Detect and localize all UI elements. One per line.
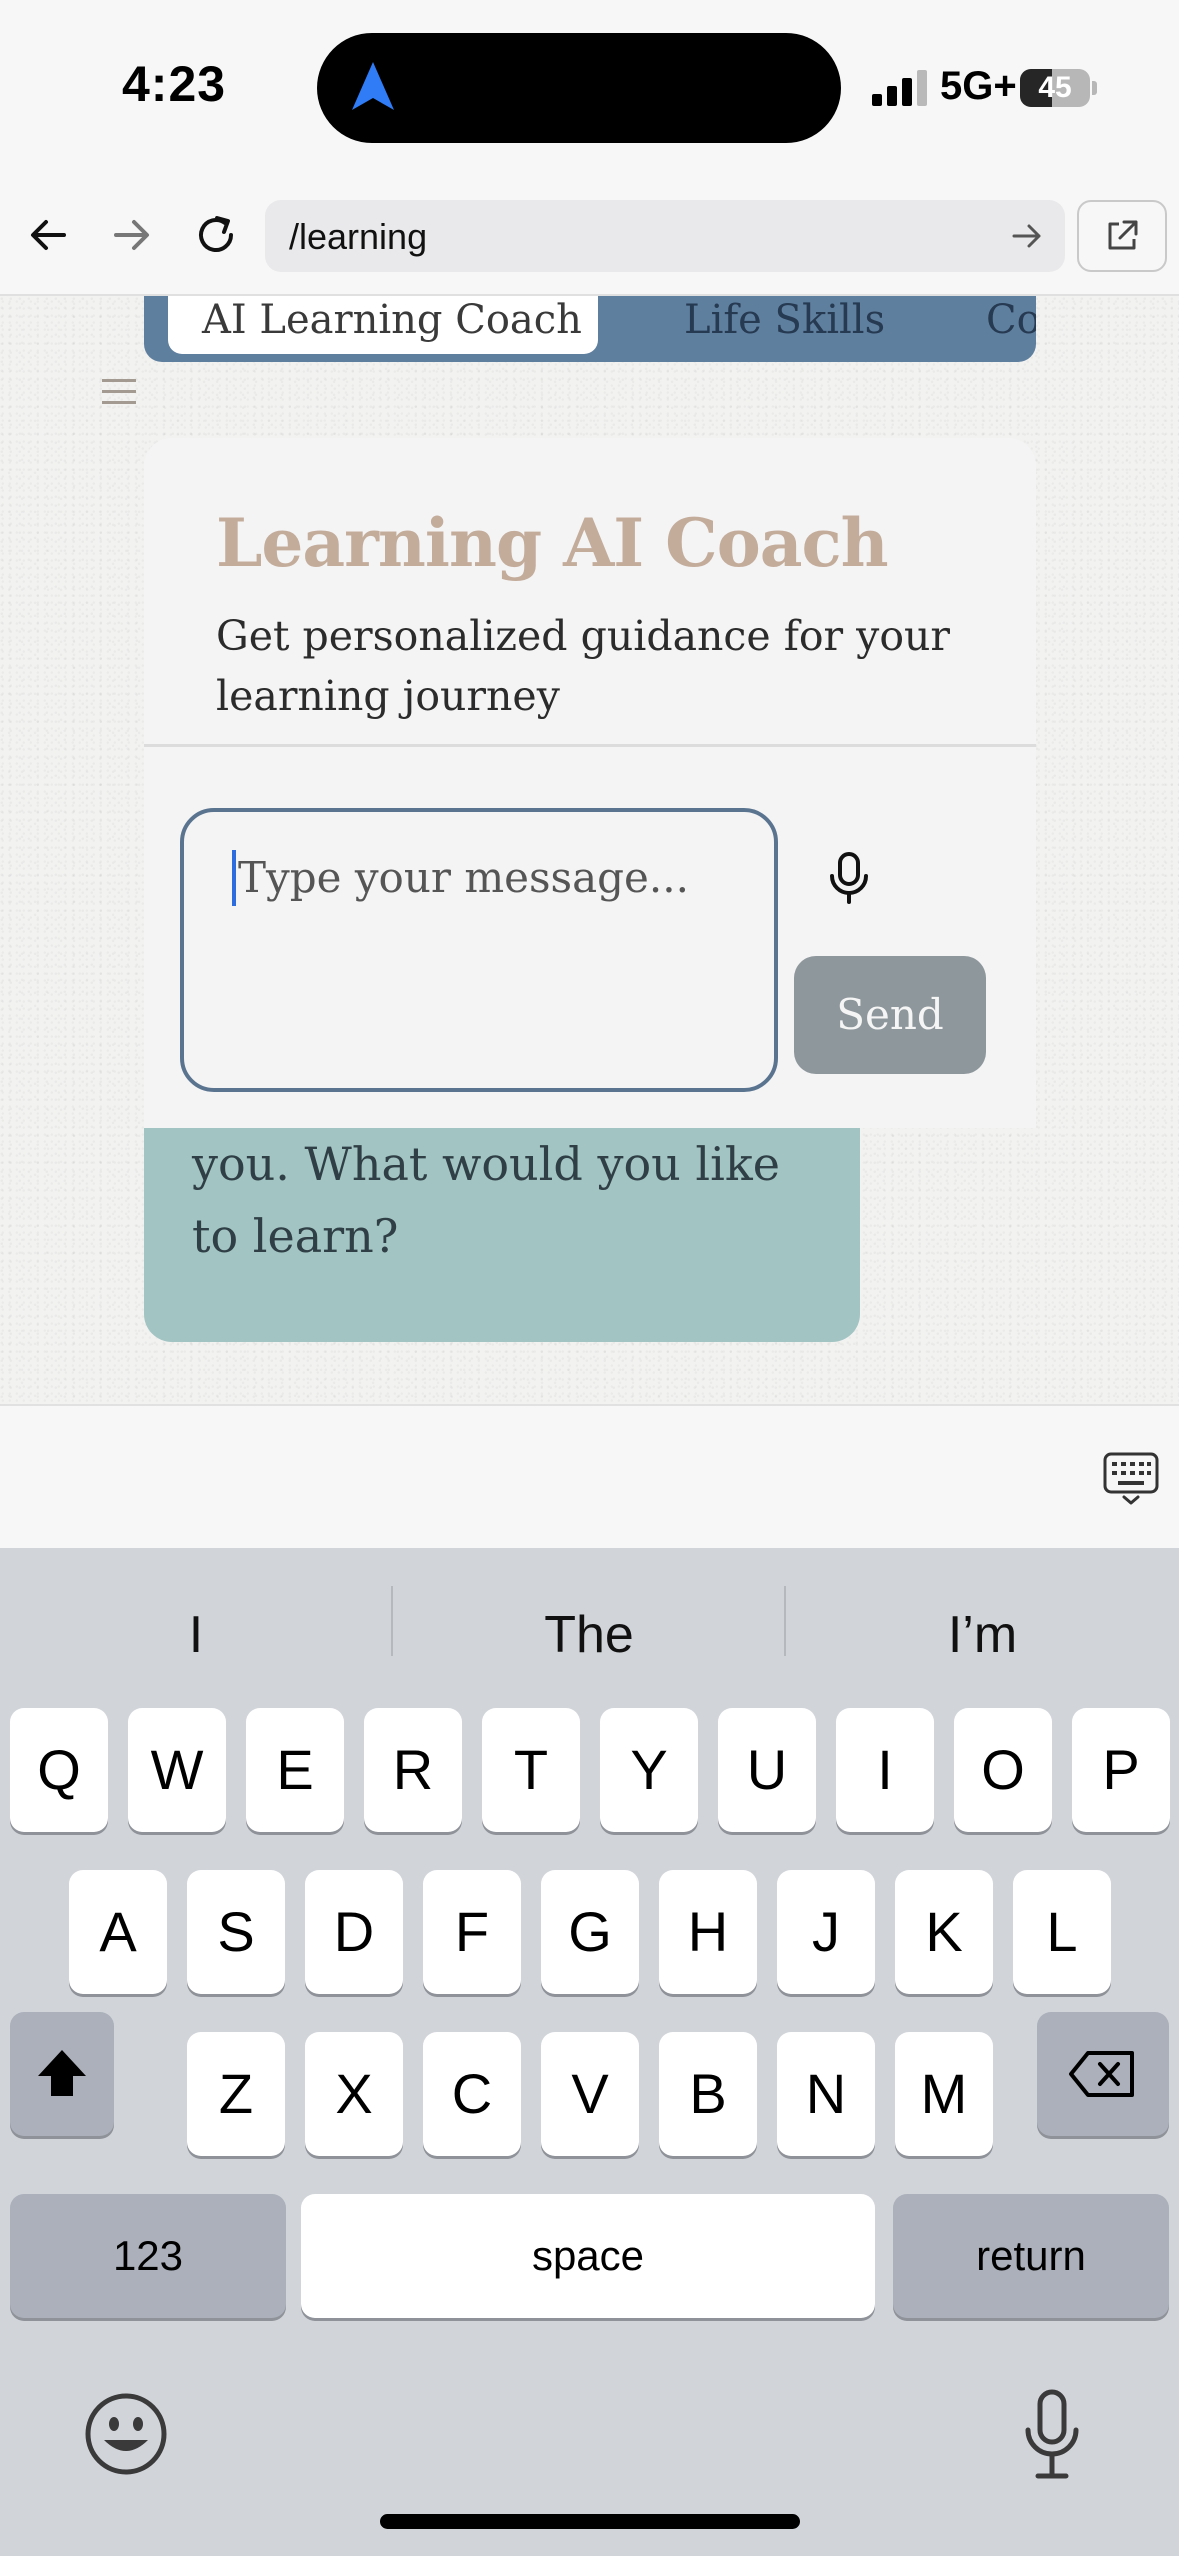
hamburger-menu-icon[interactable] (100, 376, 138, 408)
forward-button[interactable] (102, 205, 162, 265)
reload-icon (199, 216, 233, 252)
keyboard-dismiss-icon[interactable] (1102, 1451, 1160, 1507)
shift-key[interactable] (10, 2012, 114, 2136)
key-q[interactable]: Q (10, 1708, 108, 1832)
cellular-signal-icon (872, 70, 927, 106)
key-j[interactable]: J (777, 1870, 875, 1994)
key-m[interactable]: M (895, 2032, 993, 2156)
return-key[interactable]: return (893, 2194, 1169, 2318)
coach-message-bubble: you. What would you like to learn? (144, 1128, 860, 1342)
key-l[interactable]: L (1013, 1870, 1111, 1994)
key-t[interactable]: T (482, 1708, 580, 1832)
coach-subtitle: Get personalized guidance for your learn… (216, 612, 951, 720)
open-external-button[interactable] (1077, 200, 1167, 272)
shift-icon (38, 2050, 86, 2096)
coach-message-text: you. What would you like to learn? (192, 1137, 780, 1263)
battery-level: 45 (1038, 71, 1072, 104)
navigation-arrow-icon (352, 62, 394, 110)
status-bar: 4:23 5G+ 45 (0, 0, 1179, 180)
back-button[interactable] (18, 205, 78, 265)
key-s[interactable]: S (187, 1870, 285, 1994)
suggestion-2[interactable]: The (393, 1590, 785, 1680)
key-c[interactable]: C (423, 2032, 521, 2156)
coach-panel: Learning AI Coach Get personalized guida… (144, 438, 1036, 1128)
key-g[interactable]: G (541, 1870, 639, 1994)
key-u[interactable]: U (718, 1708, 816, 1832)
key-b[interactable]: B (659, 2032, 757, 2156)
key-e[interactable]: E (246, 1708, 344, 1832)
key-a[interactable]: A (69, 1870, 167, 1994)
space-key[interactable]: space (301, 2194, 875, 2318)
keyboard-accessory-bar (0, 1404, 1179, 1548)
back-arrow-icon (31, 220, 66, 250)
go-arrow-icon[interactable] (1009, 218, 1045, 254)
network-type: 5G+ (940, 64, 1017, 108)
tab-co[interactable]: Co (986, 296, 1036, 354)
keyboard: I The I’m QWERTYUIOP ASDFGHJKL ZXCVBNM 1… (0, 1548, 1179, 2556)
status-time: 4:23 (122, 56, 227, 112)
key-p[interactable]: P (1072, 1708, 1170, 1832)
emoji-icon[interactable] (84, 2392, 168, 2476)
text-cursor (232, 850, 236, 906)
suggestion-1[interactable]: I (0, 1590, 392, 1680)
key-i[interactable]: I (836, 1708, 934, 1832)
dictation-microphone-icon[interactable] (1020, 2386, 1084, 2482)
reload-button[interactable] (186, 205, 246, 265)
key-d[interactable]: D (305, 1870, 403, 1994)
tab-life-skills[interactable]: Life Skills (684, 296, 885, 354)
backspace-icon (1069, 2051, 1134, 2097)
key-w[interactable]: W (128, 1708, 226, 1832)
forward-arrow-icon (114, 220, 149, 250)
battery-icon: 45 (1020, 69, 1098, 107)
key-x[interactable]: X (305, 2032, 403, 2156)
home-indicator (380, 2514, 800, 2529)
url-text: /learning (289, 216, 428, 257)
key-h[interactable]: H (659, 1870, 757, 1994)
web-page-content: AI Learning Coach Life Skills Co Learnin… (0, 296, 1179, 1404)
message-input[interactable]: Type your message... (180, 808, 778, 1092)
send-button[interactable]: Send (794, 956, 986, 1074)
numbers-key[interactable]: 123 (10, 2194, 286, 2318)
key-n[interactable]: N (777, 2032, 875, 2156)
key-r[interactable]: R (364, 1708, 462, 1832)
key-k[interactable]: K (895, 1870, 993, 1994)
open-external-icon (1108, 220, 1138, 250)
divider (144, 744, 1036, 747)
tab-ai-learning-coach[interactable]: AI Learning Coach (168, 296, 598, 354)
key-v[interactable]: V (541, 2032, 639, 2156)
message-placeholder: Type your message... (238, 853, 689, 902)
microphone-icon[interactable] (824, 848, 874, 908)
browser-toolbar: /learning (0, 180, 1179, 296)
coach-title: Learning AI Coach (216, 504, 889, 582)
address-bar[interactable]: /learning (265, 200, 1065, 272)
key-z[interactable]: Z (187, 2032, 285, 2156)
section-tabs: AI Learning Coach Life Skills Co (144, 296, 1036, 362)
delete-key[interactable] (1037, 2012, 1169, 2136)
key-y[interactable]: Y (600, 1708, 698, 1832)
key-o[interactable]: O (954, 1708, 1052, 1832)
key-f[interactable]: F (423, 1870, 521, 1994)
suggestion-3[interactable]: I’m (786, 1590, 1179, 1680)
